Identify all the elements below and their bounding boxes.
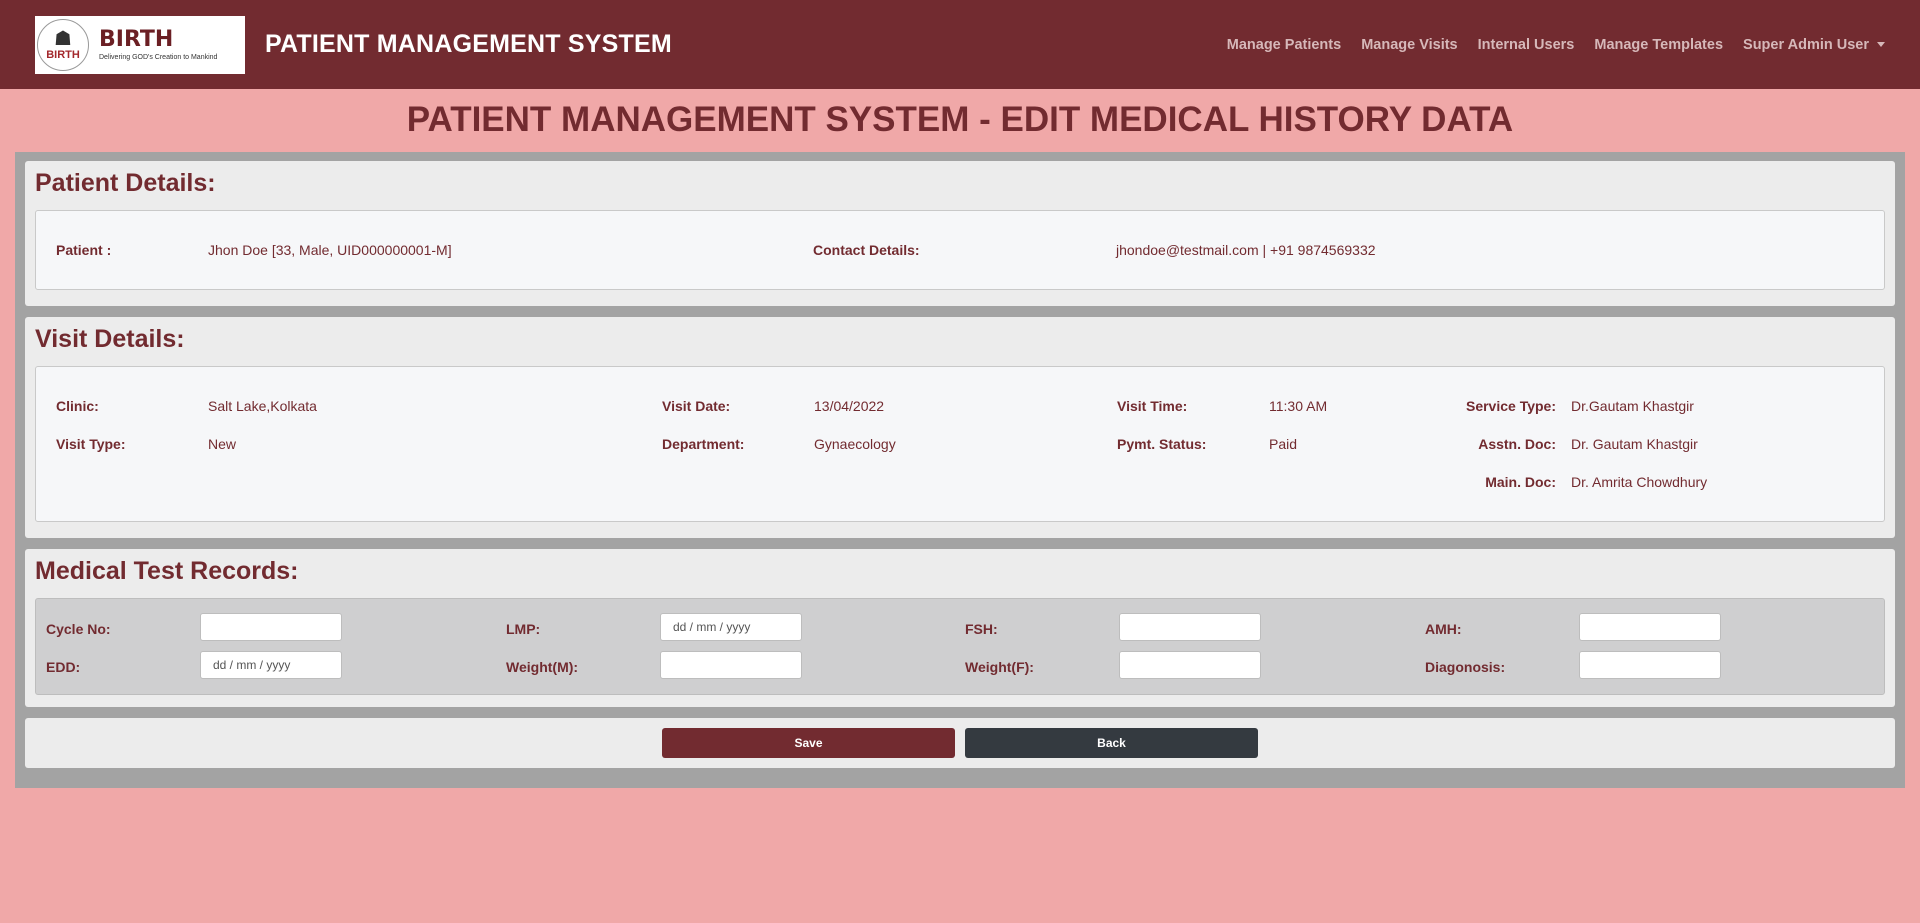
visit-time-label: Visit Time: xyxy=(1117,398,1188,414)
logo-name: BIRTH xyxy=(99,26,174,52)
logo-emblem-icon: ☗ BIRTH xyxy=(37,18,89,71)
logo-tagline: Delivering GOD's Creation to Mankind xyxy=(99,53,218,61)
medical-test-records-panel: Cycle No: LMP: dd / mm / yyyy FSH: AMH: … xyxy=(35,598,1885,695)
amh-label: AMH: xyxy=(1425,621,1462,637)
nav-menu: Manage Patients Manage Visits Internal U… xyxy=(1227,37,1885,53)
visit-time-value: 11:30 AM xyxy=(1269,398,1328,414)
fsh-input[interactable] xyxy=(1119,613,1261,641)
patient-details-panel: Patient : Jhon Doe [33, Male, UID0000000… xyxy=(35,210,1885,290)
user-menu-dropdown[interactable]: Super Admin User xyxy=(1743,37,1885,53)
main-doc-label: Main. Doc: xyxy=(1485,474,1556,490)
clinic-label: Clinic: xyxy=(56,398,99,414)
brand-title[interactable]: PATIENT MANAGEMENT SYSTEM xyxy=(265,30,672,59)
service-type-value: Dr.Gautam Khastgir xyxy=(1571,398,1694,414)
asstn-doc-label: Asstn. Doc: xyxy=(1478,436,1556,452)
contact-details-label: Contact Details: xyxy=(813,242,920,258)
main-container: Patient Details: Patient : Jhon Doe [33,… xyxy=(15,152,1905,788)
amh-input[interactable] xyxy=(1579,613,1721,641)
back-button[interactable]: Back xyxy=(965,728,1258,758)
department-label: Department: xyxy=(662,436,745,452)
nav-manage-templates[interactable]: Manage Templates xyxy=(1594,37,1723,53)
department-value: Gynaecology xyxy=(814,436,896,452)
visit-details-heading: Visit Details: xyxy=(35,325,185,353)
mother-child-icon: ☗ xyxy=(54,27,72,50)
nav-internal-users[interactable]: Internal Users xyxy=(1478,37,1575,53)
clinic-value: Salt Lake,Kolkata xyxy=(208,398,317,414)
cycle-no-label: Cycle No: xyxy=(46,621,111,637)
diagnosis-label: Diagonosis: xyxy=(1425,659,1506,675)
medical-test-records-heading: Medical Test Records: xyxy=(35,557,299,585)
top-navbar: ☗ BIRTH BIRTH Delivering GOD's Creation … xyxy=(0,0,1920,89)
logo-circle-text: BIRTH xyxy=(46,48,80,61)
lmp-label: LMP: xyxy=(506,621,541,637)
nav-manage-visits[interactable]: Manage Visits xyxy=(1361,37,1457,53)
patient-details-heading: Patient Details: xyxy=(35,169,216,197)
edd-date-input[interactable]: dd / mm / yyyy xyxy=(200,651,342,679)
weight-m-input[interactable] xyxy=(660,651,802,679)
pymt-status-label: Pymt. Status: xyxy=(1117,436,1207,452)
weight-f-input[interactable] xyxy=(1119,651,1261,679)
brand-logo[interactable]: ☗ BIRTH BIRTH Delivering GOD's Creation … xyxy=(35,15,245,74)
lmp-date-input[interactable]: dd / mm / yyyy xyxy=(660,613,802,641)
service-type-label: Service Type: xyxy=(1465,398,1556,414)
patient-label: Patient : xyxy=(56,242,112,258)
visit-type-value: New xyxy=(208,436,237,452)
weight-m-label: Weight(M): xyxy=(506,659,579,675)
asstn-doc-value: Dr. Gautam Khastgir xyxy=(1571,436,1698,452)
cycle-no-input[interactable] xyxy=(200,613,342,641)
visit-details-card: Visit Details: Clinic: Salt Lake,Kolkata… xyxy=(25,317,1895,538)
edd-label: EDD: xyxy=(46,659,81,675)
save-button[interactable]: Save xyxy=(662,728,955,758)
patient-details-card: Patient Details: Patient : Jhon Doe [33,… xyxy=(25,161,1895,306)
main-doc-value: Dr. Amrita Chowdhury xyxy=(1571,474,1708,490)
visit-date-label: Visit Date: xyxy=(662,398,731,414)
visit-type-label: Visit Type: xyxy=(56,436,126,452)
contact-details-value: jhondoe@testmail.com | +91 9874569332 xyxy=(1116,242,1376,258)
patient-value: Jhon Doe [33, Male, UID000000001-M] xyxy=(208,242,452,258)
fsh-label: FSH: xyxy=(965,621,998,637)
weight-f-label: Weight(F): xyxy=(965,659,1034,675)
actions-card: Save Back xyxy=(25,718,1895,768)
diagnosis-input[interactable] xyxy=(1579,651,1721,679)
nav-manage-patients[interactable]: Manage Patients xyxy=(1227,37,1341,53)
pymt-status-value: Paid xyxy=(1269,436,1298,452)
visit-details-panel: Clinic: Salt Lake,Kolkata Visit Date: 13… xyxy=(35,366,1885,522)
user-menu-label: Super Admin User xyxy=(1743,36,1869,53)
medical-test-records-card: Medical Test Records: Cycle No: LMP: dd … xyxy=(25,549,1895,707)
visit-date-value: 13/04/2022 xyxy=(814,398,885,414)
chevron-down-icon xyxy=(1877,42,1885,48)
page-title: PATIENT MANAGEMENT SYSTEM - EDIT MEDICAL… xyxy=(406,100,1514,139)
